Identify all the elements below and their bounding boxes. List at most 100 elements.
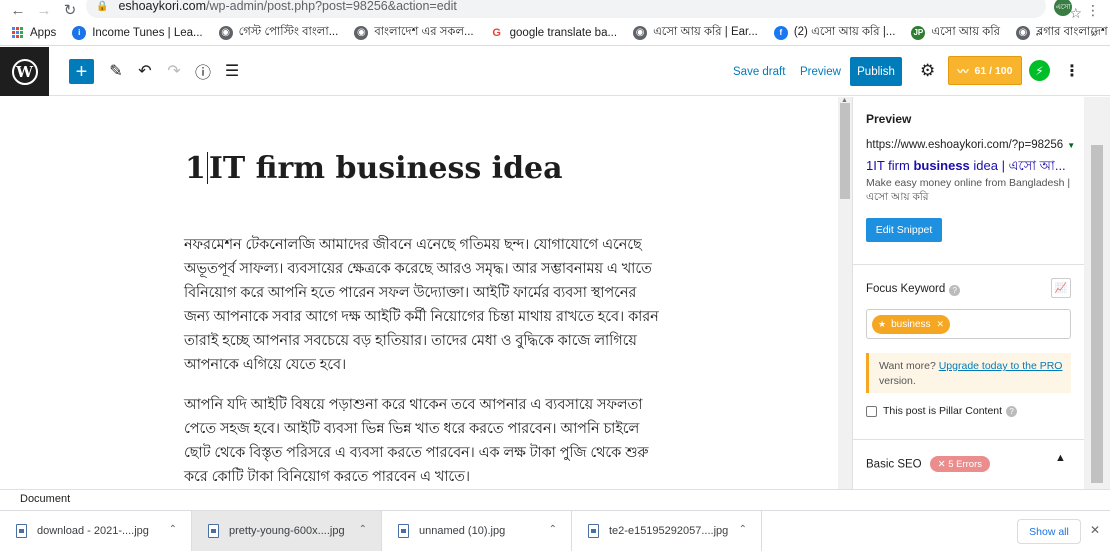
bookmarks-bar: Apps i Income Tunes | Lea... ◉ গেস্ট পোস্টিং… [0,20,1110,46]
list-view-icon[interactable]: ☰ [221,60,243,82]
url-omnibox[interactable]: 🔒 eshoaykori.com /wp-admin/post.php?post… [86,0,1046,18]
preview-heading: Preview [866,112,912,126]
image-file-icon [588,524,599,538]
downloads-shelf: Show all ✕ download - 2021-....jpg ⌃ prett… [0,510,1110,551]
editor-canvas: 1 IT firm business idea নফরমেশন টেকনোলজি … [0,97,838,489]
upgrade-notice: Want more? Upgrade today to the PRO vers… [866,353,1071,393]
bookmark-item[interactable]: f (2) এসো আয় করি |... [773,23,896,42]
chevron-up-icon[interactable]: ▲ [1055,452,1066,464]
pillar-content-checkbox[interactable] [866,405,877,417]
editor-toolbar: W + ✎ ↶ ↷ ⓘ ☰ Save draft Preview Publish… [0,47,1110,96]
facebook-icon: f [773,25,788,40]
close-downloads-icon[interactable]: ✕ [1090,523,1100,537]
bookmark-item[interactable]: i Income Tunes | Lea... [72,25,203,40]
remove-keyword-icon[interactable]: ✕ [937,319,945,330]
back-arrow-icon[interactable]: ← [10,2,26,18]
post-title[interactable]: 1 IT firm business idea [185,151,563,186]
globe-icon: ◉ [218,25,233,40]
globe-icon: ◉ [1015,25,1030,40]
show-all-downloads-button[interactable]: Show all [1017,519,1081,544]
jetpack-bolt-icon[interactable]: ⚡ [1029,60,1050,81]
chevron-up-icon[interactable]: ⌃ [359,524,367,535]
chevron-up-icon[interactable]: ⌃ [169,524,177,535]
image-file-icon [398,524,409,538]
download-item[interactable]: te2-e15195292057....jpg ⌃ [572,511,762,551]
paragraph-block[interactable]: আপনি যদি আইটি বিষয়ে পড়াশুনা করে থাকেন … [184,393,664,489]
pillar-content-option[interactable]: This post is Pillar Content ? [866,405,1018,417]
bookmark-item[interactable]: ◉ গেস্ট পোস্টিং বাংলা... [218,23,339,42]
bookmark-label: গেস্ট পোস্টিং বাংলা... [238,26,339,38]
help-icon[interactable]: ? [1006,405,1018,417]
focus-keyword-section: Focus Keyword? 📈 ★ business ✕ Want more?… [853,265,1084,440]
add-block-button[interactable]: + [69,59,94,84]
snippet-preview-section: Preview https://www.eshoaykori.com/?p=98… [853,97,1084,265]
snippet-url: https://www.eshoaykori.com/?p=98256 ▼ [866,139,1076,151]
publish-button[interactable]: Publish [850,57,902,86]
options-menu-icon[interactable]: ⋮ [1064,61,1080,81]
rank-math-score-button[interactable]: 〰 61 / 100 [948,56,1022,85]
focus-keyword-input[interactable]: ★ business ✕ [866,309,1071,339]
lock-icon: 🔒 [96,0,109,12]
help-icon[interactable]: ? [949,285,961,296]
redo-icon[interactable]: ↷ [163,60,185,82]
chevron-up-icon[interactable]: ⌃ [739,524,747,535]
bookmark-label: বাংলাদেশ এর সকল... [374,26,474,38]
chevron-up-icon[interactable]: ⌃ [549,524,557,535]
undo-icon[interactable]: ↶ [134,60,156,82]
download-item[interactable]: download - 2021-....jpg ⌃ [0,511,192,551]
url-path: /wp-admin/post.php?post=98256&action=edi… [206,0,457,13]
post-title-prefix: 1 [185,151,206,186]
bookmark-item[interactable]: JP এসো আয় করি [911,23,1000,42]
download-filename: download - 2021-....jpg [37,525,149,537]
upgrade-pro-link[interactable]: Upgrade today to the PRO [939,360,1063,372]
globe-icon: ◉ [354,25,369,40]
errors-badge: ✕ 5 Errors [929,456,991,472]
bookmark-label: Income Tunes | Lea... [92,26,203,39]
reload-icon[interactable]: ↻ [62,2,78,18]
download-item[interactable]: pretty-young-600x....jpg ⌃ [192,511,382,551]
editor-scroll-thumb[interactable] [840,103,850,199]
download-item[interactable]: unnamed (10).jpg ⌃ [382,511,572,551]
sidebar-scrollbar[interactable] [1084,97,1110,489]
keyword-trends-icon[interactable]: 📈 [1051,278,1071,298]
keyword-chip[interactable]: ★ business ✕ [872,315,951,334]
image-file-icon [16,524,27,538]
edit-snippet-button[interactable]: Edit Snippet [866,218,942,242]
settings-gear-icon[interactable]: ⚙ [920,61,935,81]
sidebar-scroll-thumb[interactable] [1091,145,1103,483]
rank-math-chart-icon: 〰 [957,65,969,78]
bookmark-label: google translate ba... [509,26,618,39]
details-info-icon[interactable]: ⓘ [192,60,214,82]
seo-score: 61 / 100 [974,64,1013,77]
apps-grid-icon [12,26,24,39]
more-bookmarks-icon[interactable]: » [1091,25,1098,40]
focus-keyword-label: Focus Keyword? [866,283,961,296]
snippet-description: Make easy money online from Bangladesh |… [866,177,1071,203]
bookmark-item[interactable]: ◉ বাংলাদেশ এর সকল... [354,23,474,42]
editor-scrollbar[interactable]: ▲ [838,97,852,489]
post-title-text: IT firm business idea [208,151,563,186]
forward-arrow-icon[interactable]: → [36,2,52,18]
block-breadcrumb[interactable]: Document [0,489,1110,509]
browser-address-bar: ← → ↻ 🔒 eshoaykori.com /wp-admin/post.ph… [0,0,1110,21]
download-filename: te2-e15195292057....jpg [609,525,729,537]
edit-tools-pencil-icon[interactable]: ✎ [105,60,127,82]
bookmark-item[interactable]: ◉ এসো আয় করি | Ear... [633,23,758,42]
save-draft-button[interactable]: Save draft [733,66,785,78]
jp-icon: JP [911,25,926,40]
bookmark-item[interactable]: Apps [12,26,57,39]
dropdown-triangle-icon: ▼ [1067,141,1076,150]
paragraph-block[interactable]: নফরমেশন টেকনোলজি আমাদের জীবনে এনেছে গতিম… [184,233,664,377]
bookmark-item[interactable]: Ggoogle translate ba... [489,25,618,40]
preview-button[interactable]: Preview [800,66,841,78]
info-icon: i [72,25,87,40]
bookmark-label: Apps [30,26,57,39]
basic-seo-section[interactable]: Basic SEO ✕ 5 Errors ▲ [853,440,1084,489]
wordpress-logo-button[interactable]: W [0,47,49,96]
image-file-icon [208,524,219,538]
bookmark-label: (2) এসো আয় করি |... [793,26,896,38]
browser-menu-icon[interactable]: ⋮ [1086,2,1100,19]
globe-icon: ◉ [633,25,648,40]
bookmark-label: এসো আয় করি | Ear... [653,26,758,38]
settings-sidebar: Preview https://www.eshoaykori.com/?p=98… [852,97,1084,489]
